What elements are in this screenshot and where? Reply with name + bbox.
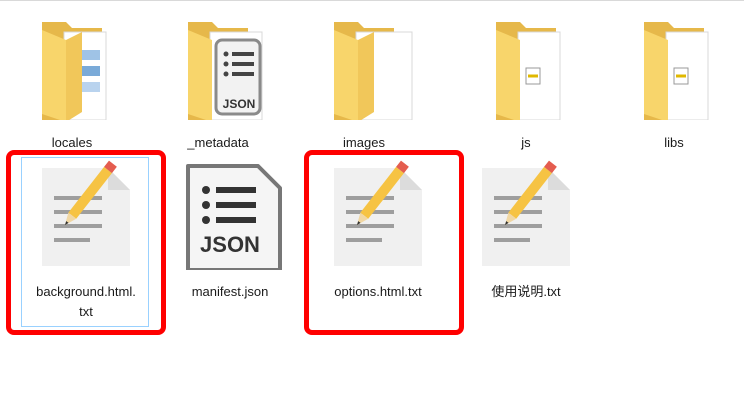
folder-label: locales bbox=[51, 135, 93, 150]
folder-label: _metadata bbox=[187, 135, 249, 150]
text-file-pencil-icon bbox=[482, 160, 570, 266]
file-label-line-2: txt bbox=[79, 304, 93, 319]
file-label-line-1: background.html. bbox=[36, 284, 136, 299]
folder-label: js bbox=[521, 135, 531, 150]
file-readme-txt[interactable]: 使用说明.txt bbox=[466, 160, 586, 330]
text-file-pencil-icon bbox=[42, 160, 130, 266]
folder-label: images bbox=[343, 135, 385, 150]
folder-label: libs bbox=[664, 135, 684, 150]
folder-with-images-icon bbox=[334, 22, 413, 120]
folder-js[interactable]: js bbox=[466, 10, 586, 150]
folder-libs[interactable]: libs bbox=[614, 10, 734, 150]
file-label: 使用说明.txt bbox=[491, 284, 561, 299]
json-badge: JSON bbox=[200, 232, 260, 257]
text-file-pencil-icon bbox=[334, 160, 422, 266]
folder-with-js-file-icon bbox=[644, 22, 709, 120]
file-background-html-txt[interactable]: background.html. txt bbox=[26, 160, 146, 330]
file-manifest-json[interactable]: JSON manifest.json bbox=[170, 160, 290, 330]
file-options-html-txt[interactable]: options.html.txt bbox=[318, 160, 438, 330]
file-label: manifest.json bbox=[191, 284, 269, 299]
folder-locales[interactable]: locales bbox=[12, 10, 132, 150]
window-top-border bbox=[0, 0, 744, 1]
folder-images[interactable]: images bbox=[304, 10, 424, 150]
file-label: options.html.txt bbox=[334, 284, 422, 299]
json-badge-mini: JSON bbox=[222, 97, 256, 111]
folder-with-js-file-icon bbox=[496, 22, 561, 120]
folder-with-document-icon bbox=[42, 22, 107, 120]
folder-metadata[interactable]: JSON _metadata bbox=[158, 10, 278, 150]
